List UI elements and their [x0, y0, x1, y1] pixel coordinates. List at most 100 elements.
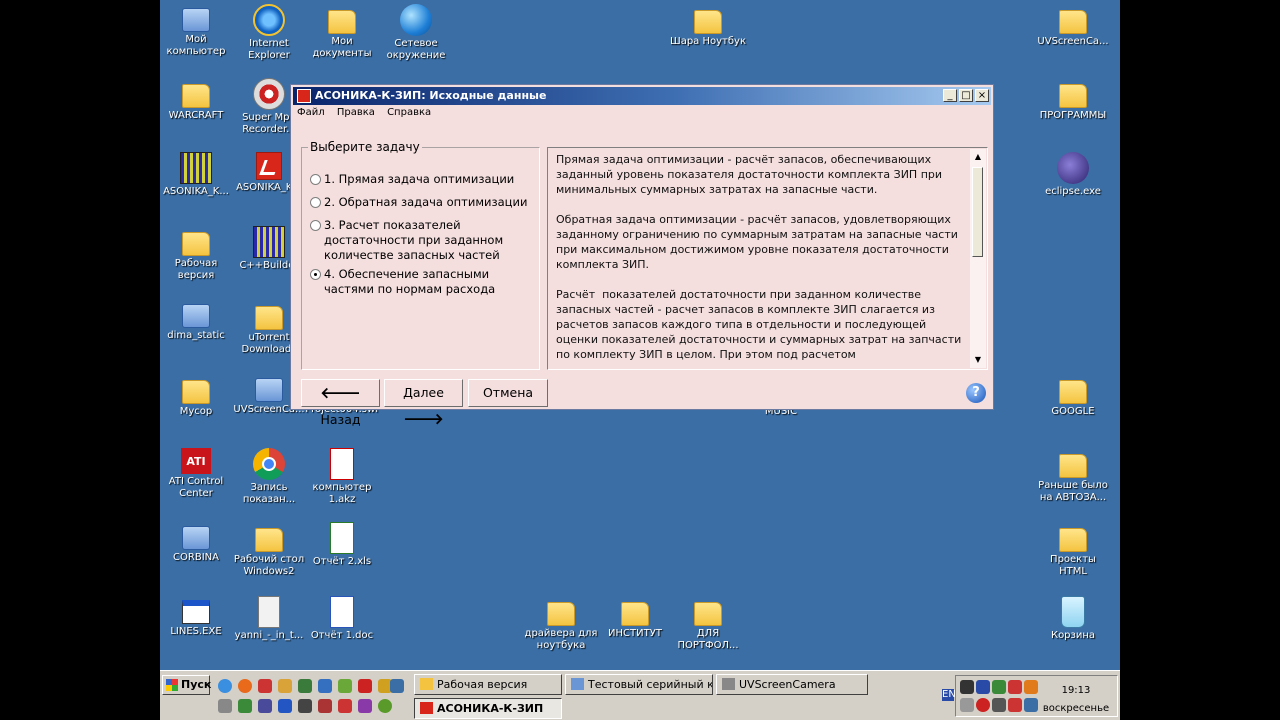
app-quicklaunch-icon[interactable]: [278, 699, 292, 713]
desktop-icon-drivers[interactable]: драйвера для ноутбука: [524, 596, 598, 652]
app-quicklaunch-icon[interactable]: [318, 699, 332, 713]
camera-icon: [255, 378, 283, 402]
radio-button[interactable]: [310, 197, 321, 208]
tray-icon[interactable]: [976, 698, 990, 712]
app-quicklaunch-icon[interactable]: [358, 699, 372, 713]
desktop-icon-google[interactable]: GOOGLE: [1036, 374, 1110, 418]
tray-icon[interactable]: [960, 698, 974, 712]
task-uvscreencamera[interactable]: UVScreenCamera: [716, 674, 868, 695]
menu-file[interactable]: Файл: [297, 107, 325, 118]
app-quicklaunch-icon[interactable]: [278, 679, 292, 693]
firefox-quicklaunch-icon[interactable]: [238, 679, 252, 693]
scroll-thumb[interactable]: [972, 167, 983, 257]
window-title-bar[interactable]: АСОНИКА-К-ЗИП: Исходные данные _ □ ×: [293, 87, 991, 105]
excel-file-icon: [330, 522, 354, 554]
folder-icon: [182, 380, 210, 404]
desktop-icon-network[interactable]: Сетевое окружение: [379, 4, 453, 62]
camera-icon: [722, 678, 735, 690]
minimize-button[interactable]: _: [943, 89, 957, 102]
arrow-right-icon: 🡒: [403, 410, 444, 428]
close-button[interactable]: ×: [975, 89, 989, 102]
desktop-icon-institut[interactable]: ИНСТИТУТ: [598, 596, 672, 640]
desktop-icon-my-computer[interactable]: Мой компьютер: [160, 4, 233, 58]
radio-button[interactable]: [310, 174, 321, 185]
app-quicklaunch-icon[interactable]: [390, 679, 404, 693]
tray-icon[interactable]: [1024, 698, 1038, 712]
desktop-icon-dima-static[interactable]: dima_static: [160, 300, 233, 342]
next-button[interactable]: Далее 🡒: [384, 379, 463, 428]
desktop-icon-zapis[interactable]: Запись показан...: [232, 448, 306, 506]
desktop-icon-ati[interactable]: ATI ATI Control Center: [160, 448, 233, 500]
help-button[interactable]: ?: [963, 381, 989, 405]
app-quicklaunch-icon[interactable]: [358, 679, 372, 693]
option-sufficiency-calc[interactable]: 3. Расчет показателей достаточности при …: [310, 218, 515, 263]
app-quicklaunch-icon[interactable]: [318, 679, 332, 693]
app-quicklaunch-icon[interactable]: [338, 699, 352, 713]
desktop-icon-portfolio[interactable]: ДЛЯ ПОРТФОЛ...: [671, 596, 745, 652]
desktop-icon-work-version[interactable]: Рабочая версия: [160, 226, 233, 282]
desktop-icon-warcraft[interactable]: WARCRAFT: [160, 78, 233, 122]
scroll-down-arrow[interactable]: ▼: [970, 352, 986, 368]
folder-icon: [1059, 10, 1087, 34]
desktop-icon-otchet-doc[interactable]: Отчёт 1.doc: [305, 596, 379, 642]
desktop-icon-programs[interactable]: ПРОГРАММЫ: [1036, 78, 1110, 122]
app-quicklaunch-icon[interactable]: [258, 699, 272, 713]
desktop-icon-rab-stol[interactable]: Рабочий стол Windows2: [232, 522, 306, 578]
back-button[interactable]: 🡐 Назад: [301, 379, 380, 427]
desktop-icon-eclipse[interactable]: eclipse.exe: [1036, 152, 1110, 198]
option-inverse-task[interactable]: 2. Обратная задача оптимизации: [310, 195, 538, 210]
tray-icon[interactable]: [992, 698, 1006, 712]
maximize-button[interactable]: □: [959, 89, 973, 102]
app-quicklaunch-icon[interactable]: [218, 699, 232, 713]
ie-quicklaunch-icon[interactable]: [218, 679, 232, 693]
window-icon: [571, 678, 584, 690]
app-quicklaunch-icon[interactable]: [238, 699, 252, 713]
desktop-icon-otchet-xls[interactable]: Отчёт 2.xls: [305, 522, 379, 568]
tray-icon[interactable]: [1008, 680, 1022, 694]
option-spare-parts-norms[interactable]: 4. Обеспечение запасными частями по норм…: [310, 267, 510, 297]
clock[interactable]: 19:13 воскресенье: [1041, 682, 1111, 718]
desktop-icon-asonika-k1[interactable]: ASONIKA_K...: [160, 152, 233, 198]
opera-quicklaunch-icon[interactable]: [258, 679, 272, 693]
app-quicklaunch-icon[interactable]: [378, 699, 392, 713]
tray-icon[interactable]: [992, 680, 1006, 694]
tray-icon[interactable]: [1008, 698, 1022, 712]
taskbar: Пуск Рабочая версия Тестовый серийный кл…: [160, 670, 1120, 720]
vertical-scrollbar[interactable]: ▲ ▼: [970, 149, 986, 368]
network-icon: [182, 526, 210, 550]
radio-button-selected[interactable]: [310, 269, 321, 280]
desktop-icon-recycle[interactable]: Корзина: [1036, 596, 1110, 642]
option-direct-task[interactable]: 1. Прямая задача оптимизации: [310, 172, 530, 187]
task-test-serial[interactable]: Тестовый серийный кл...: [565, 674, 713, 695]
desktop-icon-uvscreen-top[interactable]: UVScreenCa...: [1036, 4, 1110, 48]
radio-button[interactable]: [310, 220, 321, 231]
scroll-up-arrow[interactable]: ▲: [970, 149, 986, 165]
desktop-icon-shara[interactable]: Шара Ноутбук: [660, 4, 756, 48]
desktop-icon-corbina[interactable]: CORBINA: [160, 522, 233, 564]
asonika-icon: [420, 702, 433, 714]
desktop-icon-musor[interactable]: Мусор: [160, 374, 233, 418]
menu-bar: Файл Правка Справка: [297, 107, 440, 118]
desktop-icon-my-docs[interactable]: Мои документы: [305, 4, 379, 60]
task-work-version[interactable]: Рабочая версия: [414, 674, 562, 695]
desktop-icon-ranshe[interactable]: Раньше было на АВТОЗА...: [1036, 448, 1110, 504]
app-quicklaunch-icon[interactable]: [298, 699, 312, 713]
app-quicklaunch-icon[interactable]: [338, 679, 352, 693]
tray-icon[interactable]: [976, 680, 990, 694]
desktop-icon-proekty[interactable]: Проекты HTML: [1036, 522, 1110, 578]
task-asonika-zip[interactable]: АСОНИКА-К-ЗИП: [414, 698, 562, 719]
desktop-icon-computer-akz[interactable]: компьютер 1.akz: [305, 448, 379, 506]
desktop-icon-ie[interactable]: Internet Explorer: [232, 4, 306, 62]
desktop-icon-yanni[interactable]: yanni_-_in_t...: [232, 596, 306, 642]
task-description-box[interactable]: Прямая задача оптимизации - расчёт запас…: [547, 147, 988, 370]
cancel-button[interactable]: Отмена: [468, 379, 548, 407]
app-quicklaunch-icon[interactable]: [298, 679, 312, 693]
tray-icon[interactable]: [960, 680, 974, 694]
language-indicator[interactable]: EN: [942, 689, 956, 701]
word-file-icon: [330, 596, 354, 628]
tray-icon[interactable]: [1024, 680, 1038, 694]
start-button[interactable]: Пуск: [162, 675, 211, 695]
menu-help[interactable]: Справка: [387, 107, 431, 118]
menu-edit[interactable]: Правка: [337, 107, 375, 118]
desktop-icon-lines[interactable]: LINES.EXE: [160, 596, 233, 638]
